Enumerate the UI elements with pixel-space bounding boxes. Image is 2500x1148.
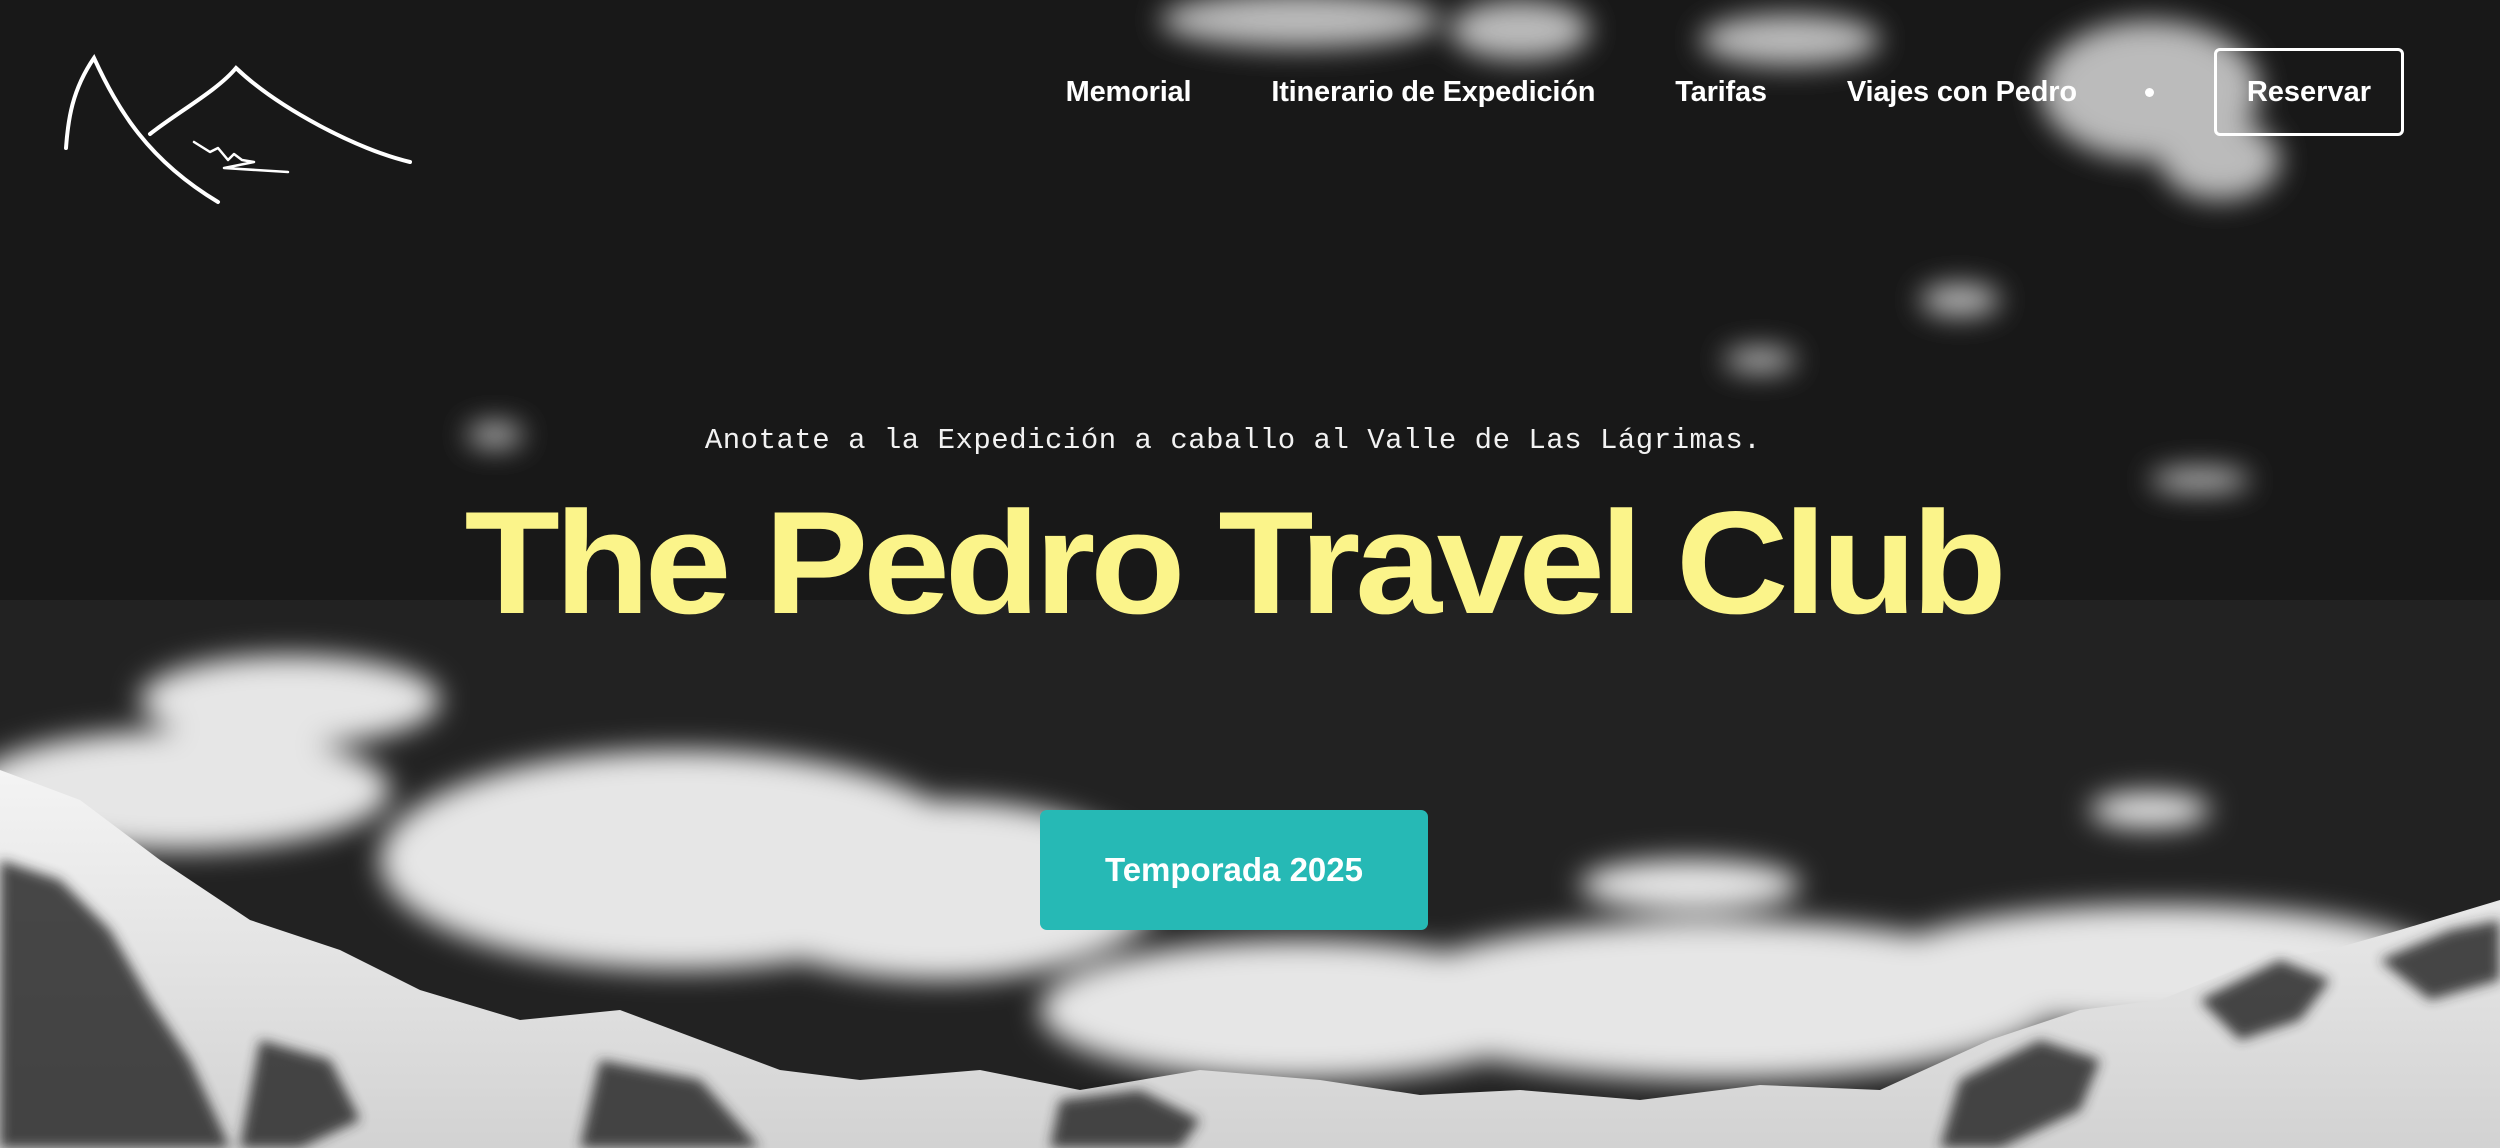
nav-separator-dot <box>2144 87 2154 97</box>
hero-title: The Pedro Travel Club <box>464 481 2006 644</box>
reserve-button[interactable]: Reservar <box>2213 48 2404 136</box>
mountain-sketch-icon[interactable] <box>58 50 428 220</box>
nav-item-memorial[interactable]: Memorial <box>1066 76 1192 109</box>
hero-section: Memorial Itinerario de Expedición Tarifa… <box>0 0 2500 1148</box>
main-nav: Memorial Itinerario de Expedición Tarifa… <box>1066 46 2404 138</box>
hero-subtitle: Anotate a la Expedición a caballo al Val… <box>704 424 1762 457</box>
nav-item-tarifas[interactable]: Tarifas <box>1675 76 1767 109</box>
season-cta-button[interactable]: Temporada 2025 <box>1040 810 1428 930</box>
nav-item-viajes[interactable]: Viajes con Pedro <box>1847 76 2077 109</box>
nav-item-itinerario[interactable]: Itinerario de Expedición <box>1271 76 1595 109</box>
